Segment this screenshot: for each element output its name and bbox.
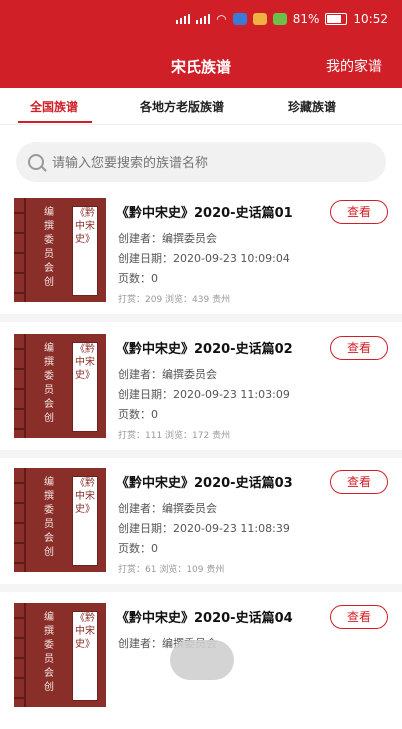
active-tab-indicator [18,121,92,123]
view-button[interactable]: 查看 [330,336,388,360]
book-cover[interactable]: 编撰委员会创 《黔中宋史》 [14,603,106,707]
card-title[interactable]: 《黔中宋史》2020-史话篇03 [116,472,293,491]
floating-assistant-button[interactable] [170,640,234,680]
my-family-link[interactable]: 我的家谱 [326,56,382,76]
card-stats: 打赏：209 浏览：439 贵州 [118,295,231,305]
card-divider [0,584,402,592]
wifi-icon: ◠ [216,12,227,26]
book-spine [14,468,26,572]
view-button[interactable]: 查看 [330,470,388,494]
card-divider [0,450,402,458]
genealogy-card[interactable]: 编撰委员会创 《黔中宋史》 《黔中宋史》2020-史话篇02 创建者：编撰委员会创建日… [0,334,402,460]
card-page-count: 页数：0 [118,542,158,555]
cover-book-title: 《黔中宋史》 [72,342,98,432]
cover-book-title: 《黔中宋史》 [72,611,98,701]
status-bar: ◠ 81% 10:52 [176,12,388,26]
card-created-date: 创建日期：2020-09-23 11:03:09 [118,388,290,401]
tab-collection[interactable]: 珍藏族谱 [288,98,336,115]
card-stats: 打赏：61 浏览：109 贵州 [118,565,225,575]
app-notification-icon [232,13,247,25]
signal-icon-2 [196,14,211,24]
card-page-count: 页数：0 [118,272,158,285]
card-title[interactable]: 《黔中宋史》2020-史话篇01 [116,202,293,221]
book-cover[interactable]: 编撰委员会创 《黔中宋史》 [14,334,106,438]
clock: 10:52 [353,12,388,26]
card-created-date: 创建日期：2020-09-23 10:09:04 [118,252,290,265]
app-notification-icon [252,13,267,25]
cover-editor-text: 编撰委员会创 [44,207,54,288]
search-icon [28,154,44,170]
genealogy-card[interactable]: 编撰委员会创 《黔中宋史》 《黔中宋史》2020-史话篇03 创建者：编撰委员会创建日… [0,468,402,594]
card-divider [0,314,402,322]
book-cover[interactable]: 编撰委员会创 《黔中宋史》 [14,468,106,572]
view-button[interactable]: 查看 [330,605,388,629]
card-title[interactable]: 《黔中宋史》2020-史话篇04 [116,607,293,626]
cover-book-title: 《黔中宋史》 [72,476,98,566]
book-spine [14,334,26,438]
card-creator: 创建者：编撰委员会 [118,368,217,381]
battery-icon [325,13,348,25]
battery-percent: 81% [292,12,320,26]
app-header: ◠ 81% 10:52 宋氏族谱 我的家谱 [0,0,402,88]
genealogy-card[interactable]: 编撰委员会创 《黔中宋史》 《黔中宋史》2020-史话篇01 创建者：编撰委员会创建日… [0,198,402,324]
cover-editor-text: 编撰委员会创 [44,343,54,424]
card-creator: 创建者：编撰委员会 [118,502,217,515]
card-title[interactable]: 《黔中宋史》2020-史话篇02 [116,338,293,357]
tab-bar: 全国族谱 各地方老版族谱 珍藏族谱 [0,88,402,125]
book-spine [14,198,26,302]
card-created-date: 创建日期：2020-09-23 11:08:39 [118,522,290,535]
book-cover[interactable]: 编撰委员会创 《黔中宋史》 [14,198,106,302]
cover-editor-text: 编撰委员会创 [44,612,54,693]
signal-icon [176,14,191,24]
card-stats: 打赏：111 浏览：172 贵州 [118,431,231,441]
tab-national[interactable]: 全国族谱 [30,98,78,115]
tab-local-old[interactable]: 各地方老版族谱 [140,98,224,115]
search-input[interactable] [50,142,374,184]
view-button[interactable]: 查看 [330,200,388,224]
cover-editor-text: 编撰委员会创 [44,477,54,558]
card-page-count: 页数：0 [118,408,158,421]
search-bar[interactable] [16,142,386,184]
book-spine [14,603,26,707]
card-creator: 创建者：编撰委员会 [118,232,217,245]
app-notification-icon [272,13,287,25]
cover-book-title: 《黔中宋史》 [72,206,98,296]
